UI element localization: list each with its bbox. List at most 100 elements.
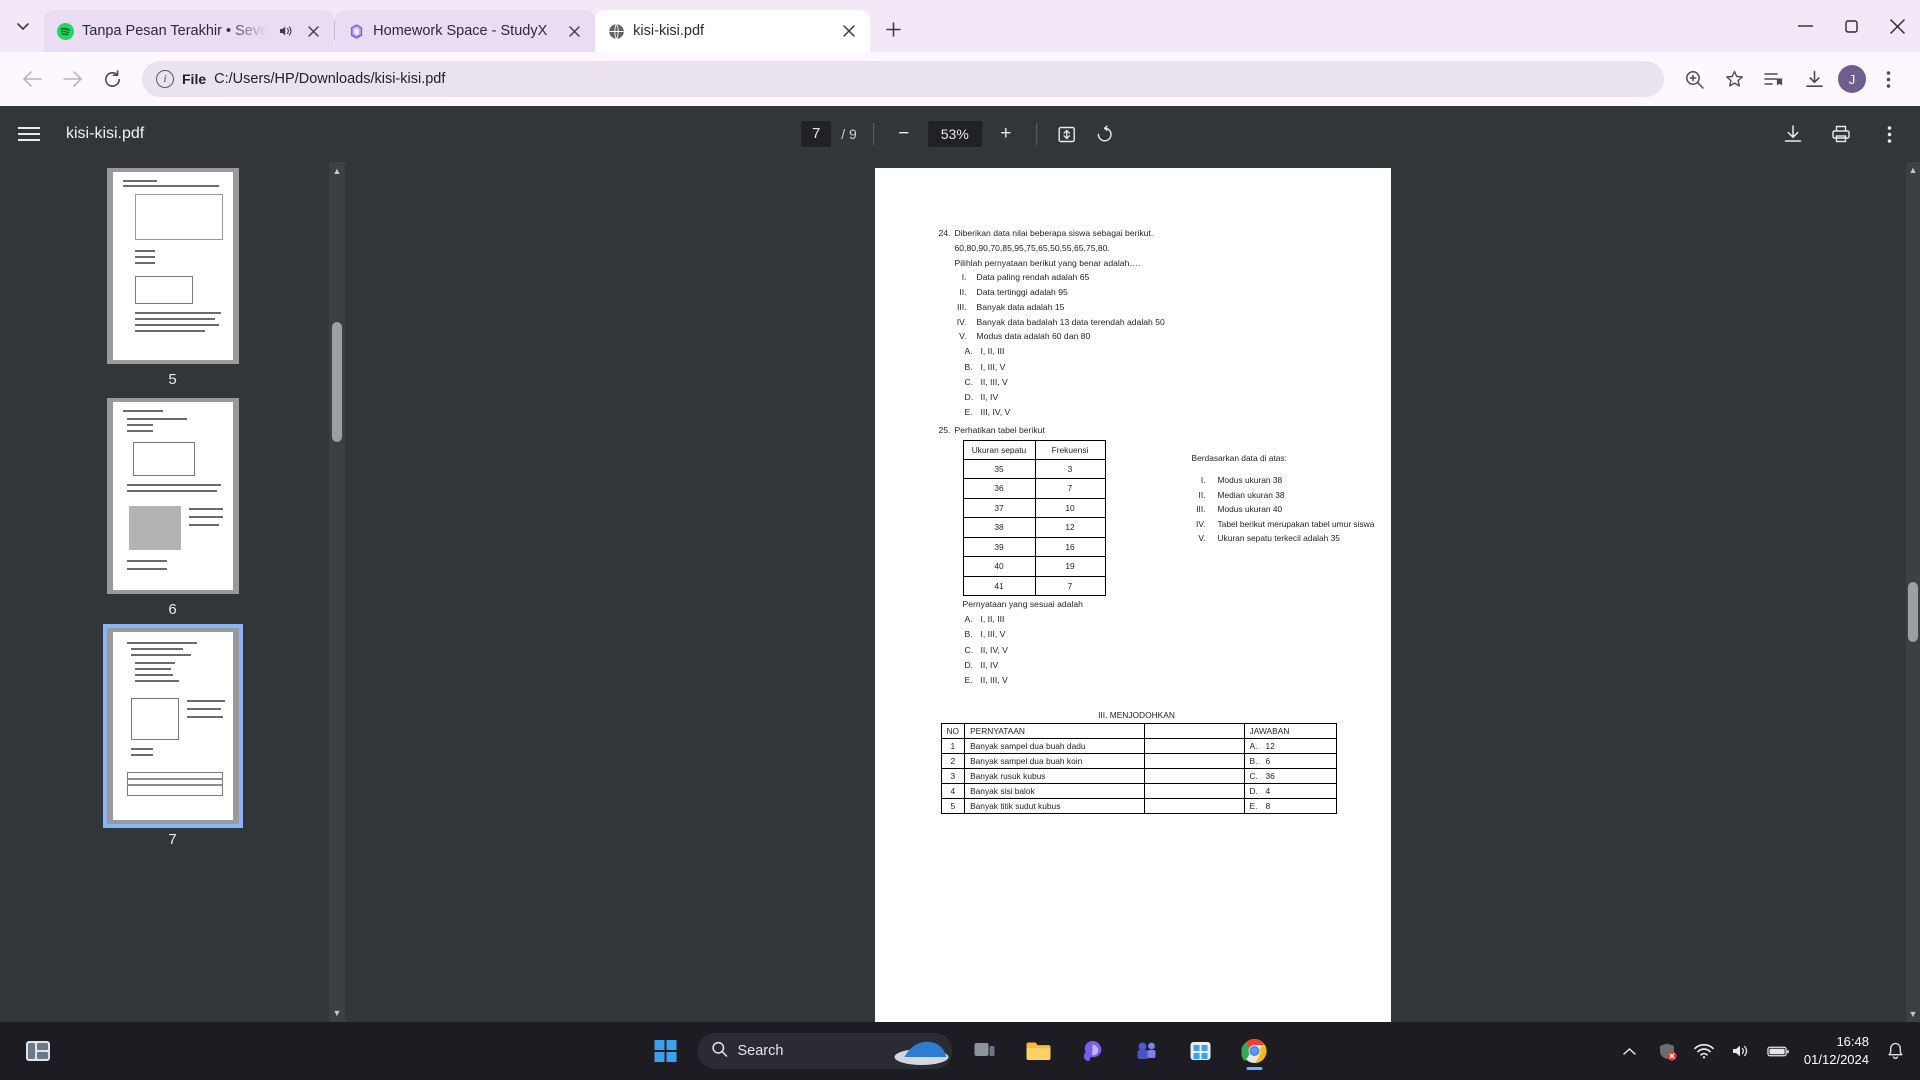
wifi-icon[interactable] — [1693, 1040, 1715, 1062]
page-scroll-thumb[interactable] — [1908, 582, 1918, 642]
widgets-icon[interactable] — [18, 1034, 58, 1068]
cell-blank[interactable] — [1143, 768, 1245, 785]
cell-no: 5 — [940, 798, 966, 815]
thumbnail-item[interactable]: 7 — [102, 624, 243, 848]
option-text: III, IV, V — [980, 407, 1011, 418]
window-minimize-button[interactable] — [1782, 0, 1828, 52]
pdf-sidebar-toggle-icon[interactable] — [18, 117, 52, 151]
tab-close-button[interactable] — [838, 20, 860, 42]
cell-statement: Banyak titik sudut kubus — [964, 798, 1145, 815]
option-letter: C. — [964, 376, 974, 387]
antivirus-icon[interactable] — [1656, 1040, 1678, 1062]
cell-size: 39 — [962, 536, 1036, 558]
profile-avatar[interactable]: J — [1838, 65, 1866, 93]
thumbnail-page-6[interactable] — [106, 398, 239, 594]
statement-row: I. Data paling rendah adalah 65 — [951, 270, 1335, 285]
tab-search-button[interactable] — [6, 10, 40, 44]
chevron-up-icon[interactable] — [1619, 1040, 1641, 1062]
page-scroll-down-icon[interactable]: ▼ — [1906, 1006, 1920, 1022]
table-row: 35 3 — [962, 458, 1106, 480]
pdf-more-menu-icon[interactable] — [1876, 121, 1902, 147]
volume-icon[interactable] — [1730, 1040, 1752, 1062]
statement-text: Data paling rendah adalah 65 — [976, 272, 1090, 283]
matching-title: III. MENJODOHKAN — [1098, 710, 1175, 721]
thumbnail-scroll-thumb[interactable] — [332, 322, 342, 442]
roman-numeral: II. — [1198, 489, 1206, 500]
answer-letter: C. — [1249, 771, 1258, 782]
start-icon[interactable] — [644, 1029, 688, 1073]
pdf-thumbnail-panel[interactable]: 5 6 7 ▲ ▼ — [0, 162, 345, 1022]
thumbnail-item[interactable]: 6 — [106, 398, 239, 618]
pdf-print-icon[interactable] — [1828, 121, 1854, 147]
page-number-input[interactable]: 7 — [801, 121, 832, 147]
statement-text: Tabel berikut merupakan tabel umur siswa — [1217, 518, 1375, 529]
statement-text: Ukuran sepatu terkecil adalah 35 — [1217, 533, 1340, 543]
fit-to-page-icon[interactable] — [1053, 120, 1081, 148]
pdf-toolbar: kisi-kisi.pdf 7 / 9 − 53% + — [0, 106, 1920, 162]
matching-table: NO PERNYATAAN JAWABAN 1 Banyak sampel du… — [940, 723, 1337, 815]
battery-icon[interactable] — [1767, 1040, 1789, 1062]
chrome-icon[interactable] — [1233, 1029, 1277, 1073]
browser-tab-1[interactable]: Tanpa Pesan Terakhir • Seve — [44, 10, 335, 52]
copilot-icon[interactable] — [1071, 1029, 1115, 1073]
reading-list-icon[interactable] — [1756, 61, 1792, 97]
notification-icon[interactable] — [1884, 1040, 1906, 1062]
statement-row: II. Data tertinggi adalah 95 — [951, 285, 1335, 300]
teams-icon[interactable] — [1125, 1029, 1169, 1073]
site-info-icon[interactable]: i — [156, 70, 174, 88]
cell-blank[interactable] — [1143, 738, 1245, 755]
zoom-icon[interactable] — [1676, 61, 1712, 97]
page-scroll-up-icon[interactable]: ▲ — [1906, 162, 1920, 178]
window-close-button[interactable] — [1874, 0, 1920, 52]
forward-icon[interactable] — [54, 61, 90, 97]
roman-numeral: V. — [959, 331, 967, 342]
thumbnail-page-5[interactable] — [106, 168, 239, 364]
scroll-down-icon[interactable]: ▼ — [329, 1004, 345, 1022]
question-25: 25. Perhatikan tabel berikut Ukuran sepa… — [939, 423, 1375, 689]
download-icon[interactable] — [1796, 61, 1832, 97]
rotate-icon[interactable] — [1091, 120, 1119, 148]
task-view-icon[interactable] — [963, 1029, 1007, 1073]
taskbar-clock[interactable]: 16:48 01/12/2024 — [1804, 1033, 1869, 1068]
spotify-icon — [56, 22, 74, 40]
reload-icon[interactable] — [94, 61, 130, 97]
cell-answer: E. 8 — [1243, 798, 1337, 815]
taskbar-widgets[interactable] — [18, 1034, 58, 1068]
scroll-up-icon[interactable]: ▲ — [329, 162, 345, 180]
page-scrollbar[interactable]: ▲ ▼ — [1906, 162, 1920, 1022]
statement-text: Banyak data badalah 13 data terendah ada… — [976, 316, 1165, 327]
statement-text: Modus ukuran 38 — [1217, 475, 1283, 486]
thumbnail-scrollbar[interactable]: ▲ ▼ — [329, 162, 345, 1022]
file-explorer-icon[interactable] — [1017, 1029, 1061, 1073]
pdf-download-icon[interactable] — [1780, 121, 1806, 147]
cell-blank[interactable] — [1143, 798, 1245, 815]
thumbnail-page-7-selected[interactable] — [102, 624, 243, 828]
window-maximize-button[interactable] — [1828, 0, 1874, 52]
answer-letter: B. — [1249, 756, 1258, 767]
cell-answer: D. 4 — [1243, 783, 1337, 800]
address-bar[interactable]: i File C:/Users/HP/Downloads/kisi-kisi.p… — [142, 61, 1664, 97]
store-icon[interactable] — [1179, 1029, 1223, 1073]
browser-tab-3-active[interactable]: kisi-kisi.pdf — [595, 10, 871, 52]
new-tab-button[interactable] — [878, 14, 908, 44]
cell-blank[interactable] — [1143, 753, 1245, 770]
taskbar-search-box[interactable]: Search — [697, 1033, 953, 1069]
zoom-in-button[interactable]: + — [992, 120, 1020, 148]
back-icon[interactable] — [14, 61, 50, 97]
side-statement-row: V. Ukuran sepatu terkecil adalah 35 — [1192, 531, 1417, 545]
tab-audio-icon[interactable] — [276, 22, 294, 40]
tab-close-button[interactable] — [563, 20, 585, 42]
zoom-out-button[interactable]: − — [890, 120, 918, 148]
thumbnail-item[interactable]: 5 — [106, 168, 239, 388]
browser-tab-2[interactable]: Homework Space - StudyX — [335, 10, 596, 52]
option-row: A. I, II, III — [965, 612, 1335, 627]
cell-blank[interactable] — [1143, 783, 1245, 800]
bookmark-star-icon[interactable] — [1716, 61, 1752, 97]
answer-letter: A. — [1249, 741, 1258, 752]
question-line-3: Pilihlah pernyataan berikut yang benar a… — [954, 257, 1141, 268]
cell-frequency: 10 — [1034, 497, 1106, 519]
tab-close-button[interactable] — [302, 20, 324, 42]
chrome-menu-icon[interactable] — [1870, 61, 1906, 97]
zoom-level-label[interactable]: 53% — [927, 121, 982, 147]
search-placeholder: Search — [737, 1043, 784, 1059]
